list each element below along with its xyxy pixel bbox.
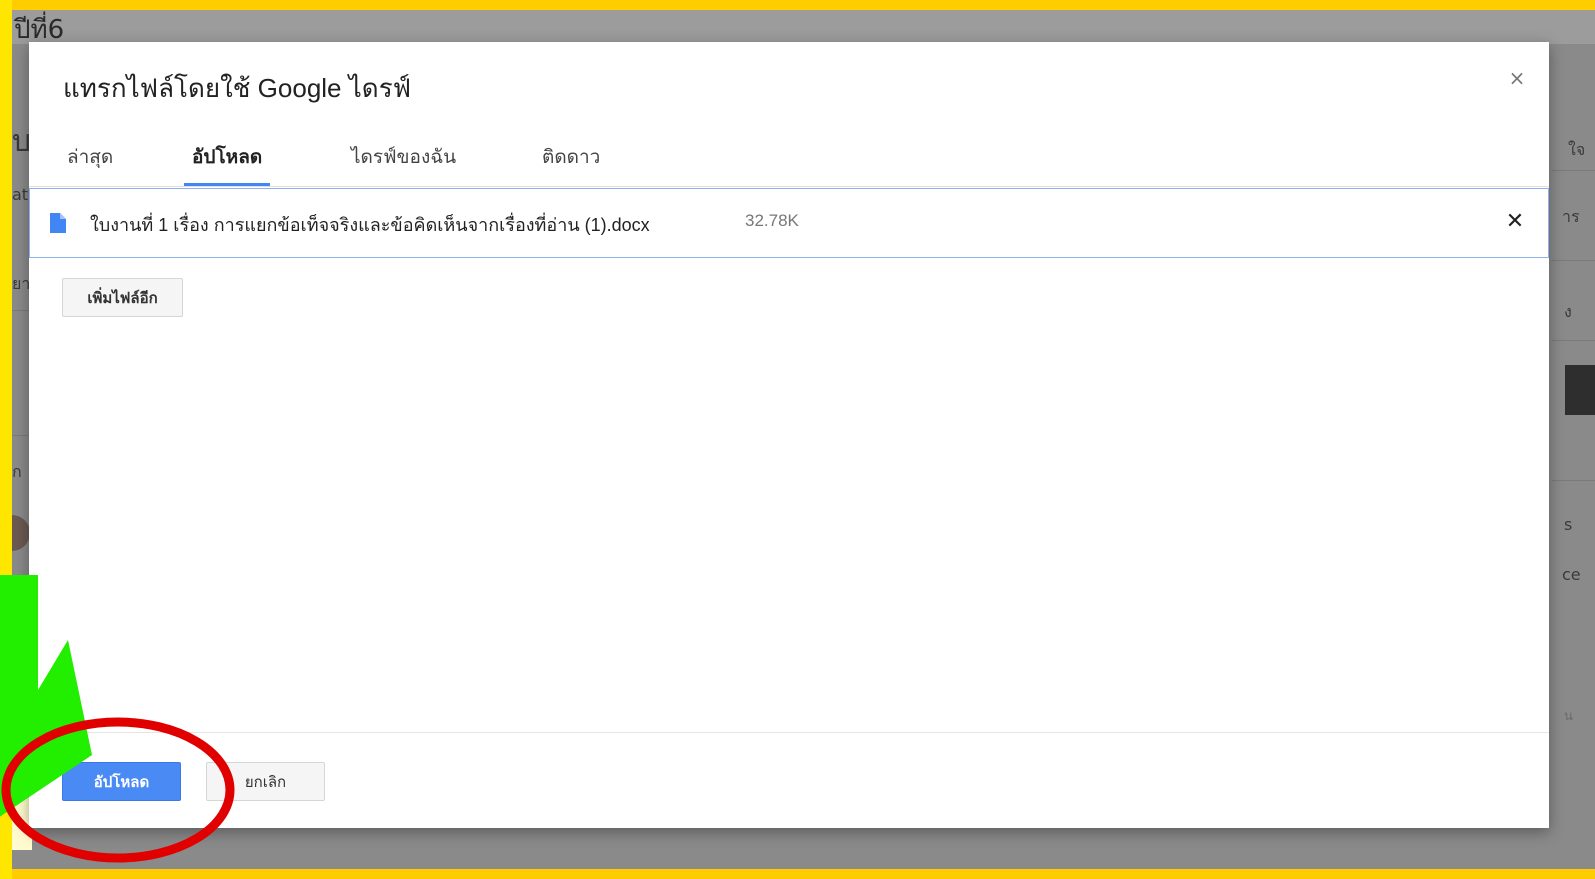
background-text-fragment: ก <box>12 462 22 481</box>
background-text-fragment: at <box>12 185 29 204</box>
tab-recent[interactable]: ล่าสุด <box>67 142 113 186</box>
frame-top <box>0 0 1595 10</box>
frame-bottom <box>0 869 1595 879</box>
background-text-fragment: าร <box>1562 207 1580 226</box>
dialog-title: แทรกไฟล์โดยใช้ Google ไดรฟ์ <box>63 73 412 103</box>
tab-upload[interactable]: อัปโหลด <box>184 142 271 186</box>
dialog-footer: อัปโหลด ยกเลิก <box>29 732 1549 829</box>
background-divider <box>1552 260 1595 261</box>
document-icon <box>50 213 66 233</box>
close-icon[interactable]: × <box>1505 66 1529 90</box>
background-text-fragment: ใจ <box>1568 140 1586 159</box>
avatar <box>12 515 30 551</box>
add-more-files-button[interactable]: เพิ่มไฟล์อีก <box>62 278 183 317</box>
background-text-fragment: ce <box>1562 565 1581 584</box>
frame-left <box>0 0 12 879</box>
tab-my-drive[interactable]: ไดรฟ์ของฉัน <box>351 142 456 186</box>
background-dark-block <box>1565 365 1595 415</box>
file-name: ใบงานที่ 1 เรื่อง การแยกข้อเท็จจริงและข้… <box>90 215 650 235</box>
background-divider <box>1552 340 1595 341</box>
upload-file-row: ใบงานที่ 1 เรื่อง การแยกข้อเท็จจริงและข้… <box>29 188 1549 258</box>
tab-starred[interactable]: ติดดาว <box>542 142 600 186</box>
background-divider <box>1552 480 1595 481</box>
background-divider <box>1552 170 1595 171</box>
upload-button[interactable]: อัปโหลด <box>62 762 181 801</box>
background-text-fragment: s <box>1564 515 1573 534</box>
cancel-button[interactable]: ยกเลิก <box>206 762 325 801</box>
tab-bar: ล่าสุด อัปโหลด ไดรฟ์ของฉัน ติดดาว <box>29 130 1549 187</box>
background-text-fragment: น <box>1564 709 1573 724</box>
background-text-fragment: ง <box>1564 302 1572 321</box>
insert-file-dialog: แทรกไฟล์โดยใช้ Google ไดรฟ์ × ล่าสุด อัป… <box>29 42 1549 828</box>
remove-file-icon[interactable]: ✕ <box>1502 209 1528 235</box>
file-size: 32.78K <box>745 211 799 230</box>
background-header <box>12 10 1595 44</box>
background-text-fragment: ยา <box>12 274 31 293</box>
